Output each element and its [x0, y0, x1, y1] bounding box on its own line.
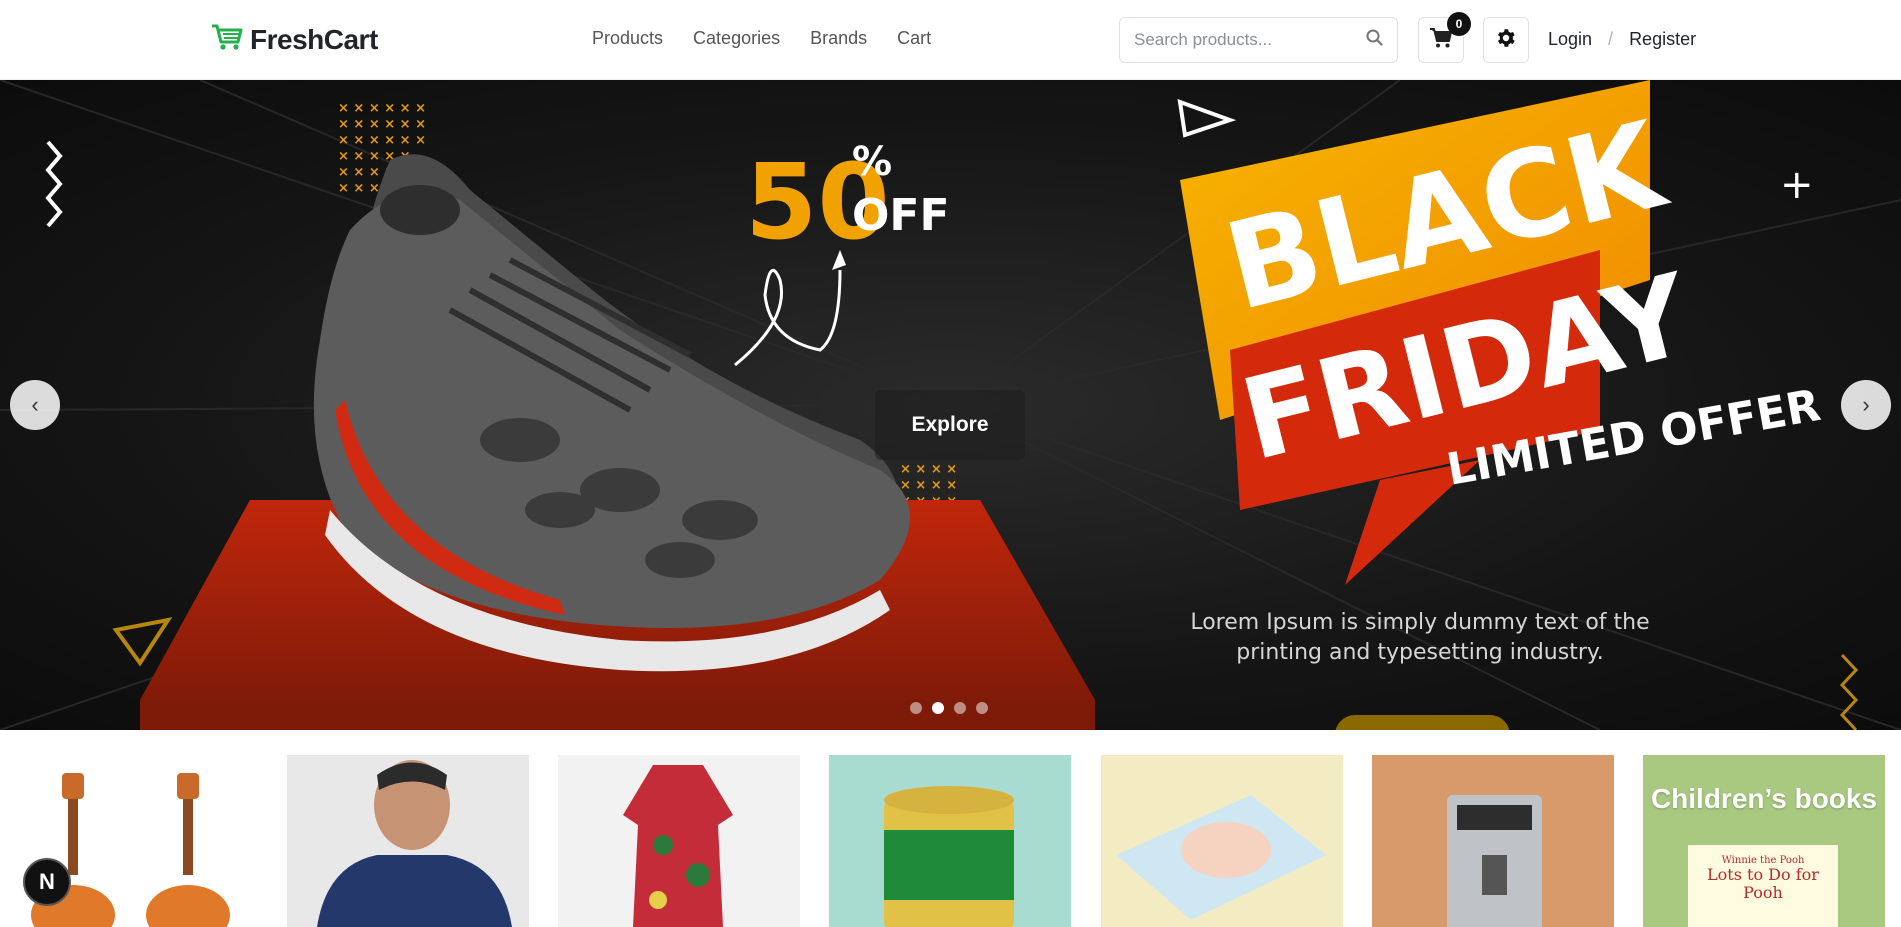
discount-off: OFF: [852, 190, 950, 241]
svg-text:× × × × × ×: × × × × × ×: [338, 101, 426, 116]
svg-text:+: +: [1780, 162, 1814, 208]
hoodie-image: [317, 760, 512, 927]
hero-carousel: × × × × × × × × × × × × × × × × × × × × × …: [0, 80, 1901, 730]
nav-products[interactable]: Products: [592, 28, 663, 49]
gear-icon: [1495, 27, 1517, 54]
svg-text:× × × × × ×: × × × × × ×: [338, 117, 426, 132]
search-icon[interactable]: [1366, 29, 1383, 51]
nav-cart[interactable]: Cart: [897, 28, 931, 49]
category-slider: Children’s books Winnie the Pooh Lots to…: [0, 755, 1901, 927]
svg-text:× × × ×: × × × ×: [900, 478, 957, 493]
milk-can-image: [884, 786, 1014, 927]
discount-percent: %: [852, 139, 892, 185]
navbar: FreshCart Products Categories Brands Car…: [0, 0, 1901, 80]
category-card-coffee-machine[interactable]: [1372, 755, 1614, 927]
settings-button[interactable]: [1483, 17, 1529, 63]
cart-count-badge: 0: [1447, 12, 1471, 36]
search-box: [1119, 17, 1398, 63]
nav-brands[interactable]: Brands: [810, 28, 867, 49]
carousel-dot-1[interactable]: [910, 702, 922, 714]
diapers-image: [1116, 795, 1326, 920]
cart-icon: [210, 22, 244, 57]
auth-links: Login / Register: [1548, 29, 1696, 50]
carousel-dot-3[interactable]: [954, 702, 966, 714]
brand-name: FreshCart: [250, 23, 378, 55]
dress-image: [623, 765, 733, 927]
nav-categories[interactable]: Categories: [693, 28, 780, 49]
carousel-prev-button[interactable]: ‹: [10, 380, 60, 430]
category-card-baby-milk[interactable]: [829, 755, 1071, 927]
svg-text:× × × × × ×: × × × × × ×: [338, 133, 426, 148]
carousel-indicators: [910, 702, 988, 714]
auth-separator: /: [1608, 29, 1614, 49]
explore-button[interactable]: Explore: [875, 390, 1025, 460]
coffee-machine-image: [1447, 795, 1542, 927]
login-link[interactable]: Login: [1548, 29, 1592, 50]
framework-badge-button[interactable]: N: [23, 858, 71, 906]
svg-text:× × ×: × × ×: [338, 181, 380, 196]
brand-logo[interactable]: FreshCart: [210, 22, 378, 57]
carousel-dot-4[interactable]: [976, 702, 988, 714]
category-card-children-books[interactable]: Children’s books Winnie the Pooh Lots to…: [1643, 755, 1885, 927]
register-link[interactable]: Register: [1629, 29, 1696, 50]
search-input[interactable]: [1134, 30, 1366, 50]
category-card-diapers[interactable]: [1101, 755, 1343, 927]
category-card-floral-dress[interactable]: [558, 755, 800, 927]
svg-text:× × × ×: × × × ×: [900, 462, 957, 477]
main-nav: Products Categories Brands Cart: [592, 28, 931, 49]
book-title: Lots to Do for Pooh: [1707, 865, 1819, 902]
carousel-dot-2[interactable]: [932, 702, 944, 714]
category-card-mens-hoodie[interactable]: [287, 755, 529, 927]
carousel-next-button[interactable]: ›: [1841, 380, 1891, 430]
cart-button[interactable]: 0: [1418, 12, 1471, 63]
zigzag-decor: [45, 140, 63, 228]
hero-description: Lorem Ipsum is simply dummy text of the …: [1190, 610, 1650, 665]
